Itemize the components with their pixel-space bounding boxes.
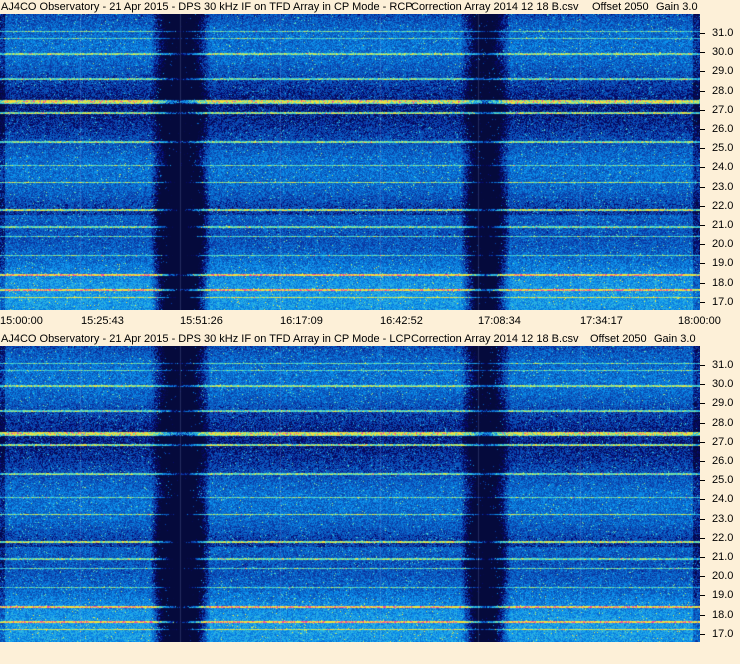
rcp-y-label: 17.0: [712, 295, 734, 308]
rcp-y-label: 24.0: [712, 161, 734, 174]
lcp-gain: Gain 3.0: [654, 333, 696, 345]
rcp-y-tick: [700, 71, 705, 73]
rcp-spectrogram[interactable]: [0, 14, 700, 310]
lcp-title: AJ4CO Observatory - 21 Apr 2015 - DPS 30…: [1, 333, 411, 345]
rcp-x-axis: 15:00:00 15:25:43 15:51:26 16:17:09 16:42:52…: [0, 310, 740, 332]
lcp-y-tick: [700, 384, 705, 386]
lcp-y-label: 19.0: [712, 589, 734, 602]
lcp-y-label: 20.0: [712, 570, 734, 583]
rcp-y-tick: [700, 52, 705, 54]
rcp-y-label: 25.0: [712, 142, 734, 155]
lcp-panel: AJ4CO Observatory - 21 Apr 2015 - DPS 30…: [0, 332, 740, 664]
rcp-y-label: 18.0: [712, 276, 734, 289]
rcp-y-label: 26.0: [712, 123, 734, 135]
rcp-y-tick: [700, 148, 705, 150]
rcp-title: AJ4CO Observatory - 21 Apr 2015 - DPS 30…: [1, 1, 413, 13]
lcp-offset: Offset 2050: [590, 333, 647, 345]
x-time-label: 18:00:00: [678, 315, 721, 327]
lcp-correction-file: Correction Array 2014 12 18 B.csv: [411, 333, 579, 345]
lcp-y-label: 23.0: [712, 512, 734, 525]
lcp-y-tick: [700, 461, 705, 462]
rcp-title-bar: AJ4CO Observatory - 21 Apr 2015 - DPS 30…: [0, 0, 740, 14]
lcp-y-tick: [700, 480, 705, 482]
x-time-label: 17:34:17: [580, 315, 623, 327]
rcp-y-label: 23.0: [712, 180, 734, 193]
lcp-y-label: 21.0: [712, 551, 734, 563]
lcp-y-tick: [700, 576, 705, 578]
rcp-y-label: 20.0: [712, 238, 734, 251]
rcp-gain: Gain 3.0: [656, 1, 698, 13]
lcp-y-tick: [700, 633, 705, 635]
lcp-title-bar: AJ4CO Observatory - 21 Apr 2015 - DPS 30…: [0, 332, 740, 346]
rcp-y-tick: [700, 225, 705, 226]
rcp-y-tick: [700, 109, 705, 111]
lcp-y-label: 24.0: [712, 493, 734, 506]
x-time-label: 16:42:52: [380, 315, 423, 327]
rcp-y-label: 19.0: [712, 257, 734, 270]
lcp-y-tick: [700, 595, 705, 597]
lcp-y-label: 28.0: [712, 416, 734, 429]
rcp-y-label: 22.0: [712, 199, 734, 212]
lcp-y-tick: [700, 422, 705, 424]
lcp-y-tick: [700, 403, 705, 405]
rcp-y-axis: 31.0 30.0 29.0 28.0 27.0 26.0 25.0 24.0 23.0 22.0…: [700, 14, 740, 310]
lcp-y-label: 26.0: [712, 455, 734, 467]
lcp-y-label: 29.0: [712, 397, 734, 410]
x-time-label: 16:17:09: [280, 315, 323, 327]
lcp-spectrogram[interactable]: [0, 346, 700, 642]
rcp-y-label: 21.0: [712, 219, 734, 231]
rcp-y-tick: [700, 244, 705, 246]
rcp-y-tick: [700, 205, 705, 207]
x-time-label: 15:25:43: [81, 315, 124, 327]
x-time-label: 15:00:00: [0, 315, 43, 327]
rcp-y-label: 29.0: [712, 65, 734, 78]
lcp-y-tick: [700, 499, 705, 501]
lcp-y-tick: [700, 557, 705, 558]
rcp-y-label: 31.0: [712, 27, 734, 39]
lcp-y-label: 25.0: [712, 474, 734, 487]
rcp-y-tick: [700, 263, 705, 265]
lcp-y-label: 17.0: [712, 627, 734, 640]
lcp-y-label: 27.0: [712, 435, 734, 448]
rcp-y-tick: [700, 129, 705, 130]
lcp-y-label: 22.0: [712, 531, 734, 544]
x-time-label: 15:51:26: [180, 315, 223, 327]
rcp-offset: Offset 2050: [592, 1, 649, 13]
lcp-y-label: 30.0: [712, 378, 734, 391]
lcp-y-label: 31.0: [712, 359, 734, 371]
rcp-y-tick: [700, 33, 705, 34]
rcp-y-tick: [700, 282, 705, 284]
rcp-y-tick: [700, 167, 705, 169]
rcp-y-tick: [700, 301, 705, 303]
lcp-y-tick: [700, 537, 705, 539]
lcp-y-tick: [700, 518, 705, 520]
rcp-panel: AJ4CO Observatory - 21 Apr 2015 - DPS 30…: [0, 0, 740, 332]
lcp-y-tick: [700, 441, 705, 443]
rcp-y-tick: [700, 90, 705, 92]
rcp-y-tick: [700, 186, 705, 188]
lcp-y-tick: [700, 365, 705, 366]
lcp-y-label: 18.0: [712, 608, 734, 621]
lcp-y-axis: 31.0 30.0 29.0 28.0 27.0 26.0 25.0 24.0 23.0 22.0…: [700, 346, 740, 642]
lcp-y-tick: [700, 614, 705, 616]
x-time-label: 17:08:34: [478, 315, 521, 327]
rcp-y-label: 27.0: [712, 103, 734, 116]
rcp-y-label: 30.0: [712, 46, 734, 59]
rcp-correction-file: Correction Array 2014 12 18 B.csv: [411, 1, 579, 13]
rcp-y-label: 28.0: [712, 84, 734, 97]
